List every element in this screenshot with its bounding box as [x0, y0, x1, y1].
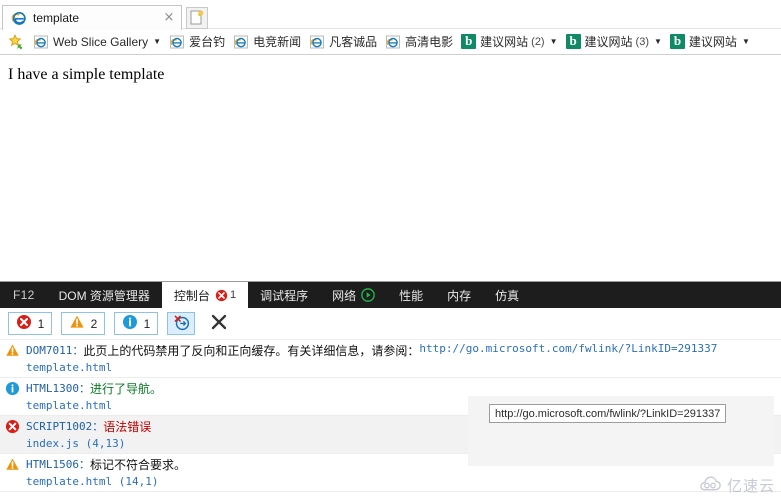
- favorites-item-label: 建议网站: [480, 34, 529, 49]
- warning-icon: [69, 314, 85, 333]
- tab-title: template: [33, 11, 80, 25]
- favorites-item-count: (2): [531, 35, 545, 48]
- tab-memory[interactable]: 内存: [435, 282, 483, 308]
- info-icon: [122, 314, 138, 333]
- tabstrip-filler: [208, 0, 781, 28]
- bing-icon: [461, 33, 477, 49]
- favorites-item-count: (3): [635, 35, 649, 48]
- ie-icon: [309, 34, 325, 50]
- clear-icon: [210, 313, 228, 334]
- page-body-text: I have a simple template: [8, 66, 165, 83]
- favorites-item-label: 高清电影: [405, 34, 454, 49]
- tab-label: 性能: [399, 288, 424, 303]
- new-tab-button[interactable]: [186, 7, 208, 29]
- error-count: 1: [37, 316, 45, 331]
- favorites-item-label: 建议网站: [688, 34, 737, 49]
- tab-label: DOM 资源管理器: [58, 288, 150, 303]
- tab-label: 仿真: [495, 288, 520, 303]
- tab-console[interactable]: 控制台 1: [161, 282, 249, 308]
- console-toolbar: 1 2 1: [0, 308, 781, 340]
- chevron-down-icon[interactable]: ▼: [153, 37, 161, 46]
- message-code: SCRIPT1002：: [26, 420, 104, 433]
- favorites-item-esports-news[interactable]: 电竞新闻: [229, 31, 305, 53]
- message-text: 进行了导航。: [89, 382, 162, 396]
- bing-icon: [669, 33, 685, 49]
- page-viewport: I have a simple template: [0, 56, 781, 281]
- tab-performance[interactable]: 性能: [387, 282, 435, 308]
- favorites-bar: Web Slice Gallery ▼ 爱台钓 电竞新闻 凡客诚品 高清电影 b…: [0, 28, 781, 55]
- tab-label: 调试程序: [260, 288, 309, 303]
- close-icon[interactable]: ×: [161, 10, 177, 26]
- cloud-logo-icon: [697, 475, 723, 496]
- error-icon: [16, 314, 32, 333]
- warning-icon: [5, 343, 20, 358]
- watermark-text: 亿速云: [726, 478, 775, 495]
- filter-warnings-button[interactable]: 2: [61, 312, 105, 335]
- warning-count: 2: [90, 316, 98, 331]
- tab-label: 内存: [447, 288, 472, 303]
- favorites-item-suggested-sites-3[interactable]: 建议网站 (3) ▼: [562, 31, 666, 53]
- message-source[interactable]: template.html: [26, 361, 112, 374]
- message-text: 此页上的代码禁用了反向和正向缓存。有关详细信息，请参阅：: [83, 344, 420, 358]
- clear-on-navigate-toggle[interactable]: [167, 312, 195, 335]
- bing-icon: [565, 33, 581, 49]
- ie-icon: [233, 34, 249, 50]
- favorites-item-label: 凡客诚品: [329, 34, 378, 49]
- browser-chrome: template × Web Slice Gallery ▼ 爱台钓 电竞新闻 …: [0, 0, 781, 56]
- watermark: 亿速云: [697, 475, 775, 496]
- favorites-item-label: 电竞新闻: [253, 34, 302, 49]
- message-source[interactable]: index.js (4,13): [26, 437, 125, 450]
- browser-tab-template[interactable]: template ×: [2, 5, 182, 30]
- chevron-down-icon[interactable]: ▼: [742, 37, 750, 46]
- message-link[interactable]: http://go.microsoft.com/fwlink/?LinkID=2…: [419, 342, 717, 355]
- message-text: 语法错误: [103, 420, 152, 434]
- info-count: 1: [143, 316, 151, 331]
- status-bar-url-tooltip: http://go.microsoft.com/fwlink/?LinkID=2…: [489, 404, 727, 423]
- message-source[interactable]: template.html: [26, 399, 112, 412]
- chevron-down-icon[interactable]: ▼: [654, 37, 662, 46]
- message-code: DOM7011：: [26, 344, 84, 357]
- devtools-panel: F12 DOM 资源管理器 控制台 1 调试程序 网络 性能 内存 仿真 1 2…: [0, 281, 781, 502]
- tab-debugger[interactable]: 调试程序: [248, 282, 320, 308]
- favorites-item-hd-movies[interactable]: 高清电影: [381, 31, 457, 53]
- console-message[interactable]: DOM7011： 此页上的代码禁用了反向和正向缓存。有关详细信息，请参阅： ht…: [0, 340, 781, 378]
- message-text: 标记不符合要求。: [89, 458, 186, 472]
- tab-strip: template ×: [0, 0, 781, 30]
- filter-info-button[interactable]: 1: [114, 312, 158, 335]
- filter-errors-button[interactable]: 1: [8, 312, 52, 335]
- clear-on-navigate-icon: [173, 314, 190, 334]
- devtools-tabbar: F12 DOM 资源管理器 控制台 1 调试程序 网络 性能 内存 仿真: [0, 282, 781, 308]
- favorites-item-aitaidiao[interactable]: 爱台钓: [165, 31, 229, 53]
- tab-label: 网络: [332, 288, 357, 303]
- tab-label: 控制台: [173, 288, 210, 303]
- tab-emulation[interactable]: 仿真: [483, 282, 531, 308]
- tab-dom-explorer[interactable]: DOM 资源管理器: [47, 282, 162, 308]
- play-icon[interactable]: [361, 288, 375, 302]
- favorites-item-label: Web Slice Gallery: [53, 34, 149, 49]
- error-icon: [215, 289, 228, 302]
- warning-icon: [5, 457, 20, 472]
- ie-icon: [385, 34, 401, 50]
- tab-network[interactable]: 网络: [320, 282, 387, 308]
- ie-icon: [33, 34, 49, 50]
- message-code: HTML1506：: [26, 458, 90, 471]
- favorites-star-icon: [8, 33, 25, 50]
- favorites-item-suggested-sites[interactable]: 建议网站 ▼: [666, 31, 754, 53]
- favorites-item-label: 爱台钓: [189, 34, 226, 49]
- devtools-f12-label: F12: [13, 288, 35, 302]
- favorites-item-suggested-sites-2[interactable]: 建议网站 (2) ▼: [457, 31, 561, 53]
- message-source[interactable]: template.html (14,1): [26, 475, 158, 488]
- tab-badge-count: 1: [229, 289, 237, 301]
- message-code: HTML1300：: [26, 382, 90, 395]
- favorites-item-web-slice-gallery[interactable]: Web Slice Gallery ▼: [29, 31, 165, 53]
- clear-console-button[interactable]: [206, 312, 232, 335]
- info-icon: [5, 381, 20, 396]
- ie-icon: [11, 10, 27, 26]
- ie-icon: [169, 34, 185, 50]
- error-icon: [5, 419, 20, 434]
- chevron-down-icon[interactable]: ▼: [550, 37, 558, 46]
- favorites-star-button[interactable]: [4, 31, 29, 53]
- favorites-item-label: 建议网站: [584, 34, 633, 49]
- favorites-item-vancl[interactable]: 凡客诚品: [305, 31, 381, 53]
